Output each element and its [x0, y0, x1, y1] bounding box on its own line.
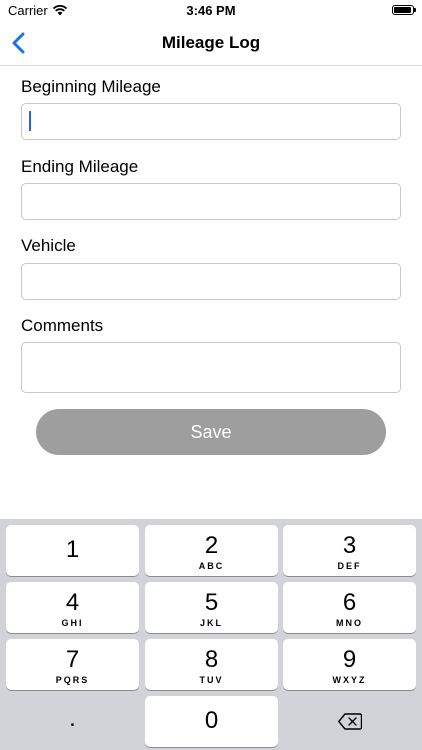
beginning-mileage-label: Beginning Mileage	[21, 77, 161, 96]
key-5-number: 5	[204, 589, 219, 616]
key-4-number: 4	[65, 589, 80, 616]
key-1[interactable]: 1	[6, 525, 139, 576]
key-3-number: 3	[342, 532, 357, 559]
status-bar: Carrier 3:46 PM	[0, 0, 422, 22]
comments-label: Comments	[21, 316, 104, 335]
ending-mileage-label: Ending Mileage	[21, 157, 139, 176]
key-4[interactable]: 4 GHI	[6, 582, 139, 633]
key-3[interactable]: 3 DEF	[283, 525, 416, 576]
key-decimal-symbol: .	[69, 705, 76, 732]
vehicle-label: Vehicle	[21, 236, 76, 255]
status-time: 3:46 PM	[186, 3, 236, 18]
numeric-keypad: 1 2 ABC 3 DEF 4 GHI 5 JKL 6 MNO 7 PQRS 8…	[0, 519, 422, 750]
key-8-letters: TUV	[199, 675, 224, 685]
key-2-letters: ABC	[198, 561, 225, 571]
key-9-number: 9	[342, 646, 357, 673]
save-button[interactable]: Save	[36, 409, 386, 455]
delete-left-icon	[338, 713, 362, 730]
key-7-number: 7	[65, 646, 80, 673]
page-title: Mileage Log	[161, 33, 261, 52]
nav-bar: Mileage Log	[0, 22, 422, 66]
key-8-number: 8	[204, 646, 219, 673]
key-5-letters: JKL	[199, 618, 223, 628]
delete-key[interactable]	[283, 696, 416, 747]
key-8[interactable]: 8 TUV	[145, 639, 278, 690]
comments-field[interactable]	[21, 342, 401, 393]
key-6-letters: MNO	[336, 618, 363, 628]
key-9-letters: WXYZ	[332, 675, 367, 685]
key-1-number: 1	[65, 536, 80, 563]
key-0-number: 0	[204, 707, 219, 734]
key-7[interactable]: 7 PQRS	[6, 639, 139, 690]
key-2[interactable]: 2 ABC	[145, 525, 278, 576]
ending-mileage-field[interactable]	[21, 183, 401, 220]
key-3-letters: DEF	[337, 561, 362, 571]
key-4-letters: GHI	[61, 618, 84, 628]
key-9[interactable]: 9 WXYZ	[283, 639, 416, 690]
battery-icon	[392, 5, 416, 15]
key-6[interactable]: 6 MNO	[283, 582, 416, 633]
key-2-number: 2	[204, 532, 219, 559]
vehicle-field[interactable]	[21, 263, 401, 300]
key-decimal[interactable]: .	[6, 696, 139, 747]
text-caret	[29, 111, 31, 131]
key-0[interactable]: 0	[145, 696, 278, 747]
key-6-number: 6	[342, 589, 357, 616]
beginning-mileage-field[interactable]	[21, 103, 401, 140]
key-7-letters: PQRS	[55, 675, 90, 685]
key-5[interactable]: 5 JKL	[145, 582, 278, 633]
